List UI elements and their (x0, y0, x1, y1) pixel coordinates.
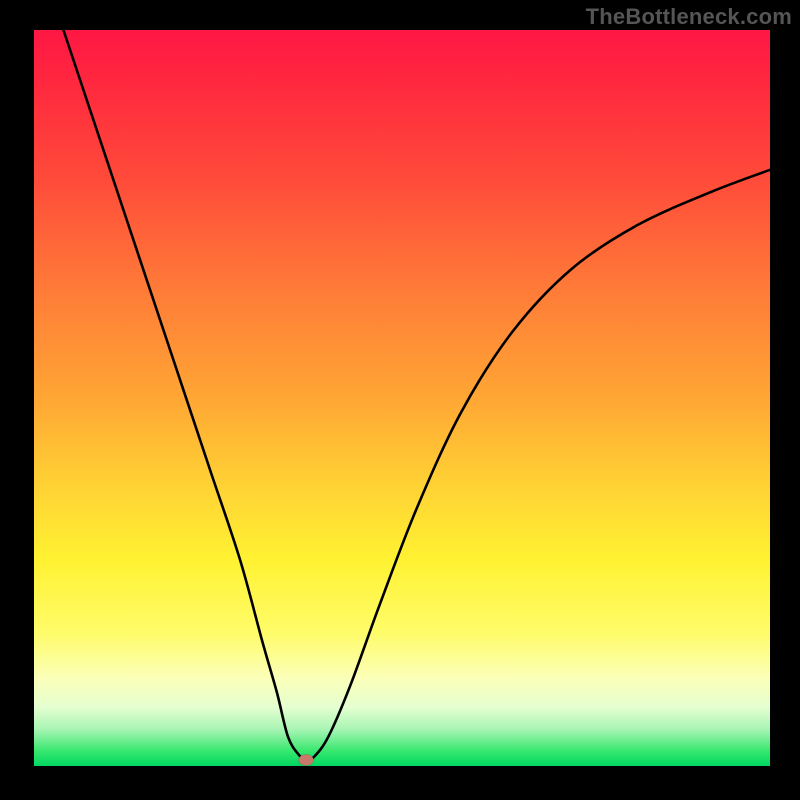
chart-curve-svg (34, 30, 770, 766)
watermark-text: TheBottleneck.com (586, 4, 792, 30)
bottleneck-curve-path (63, 30, 770, 760)
plot-area (34, 30, 770, 766)
optimal-point-marker (299, 755, 314, 766)
